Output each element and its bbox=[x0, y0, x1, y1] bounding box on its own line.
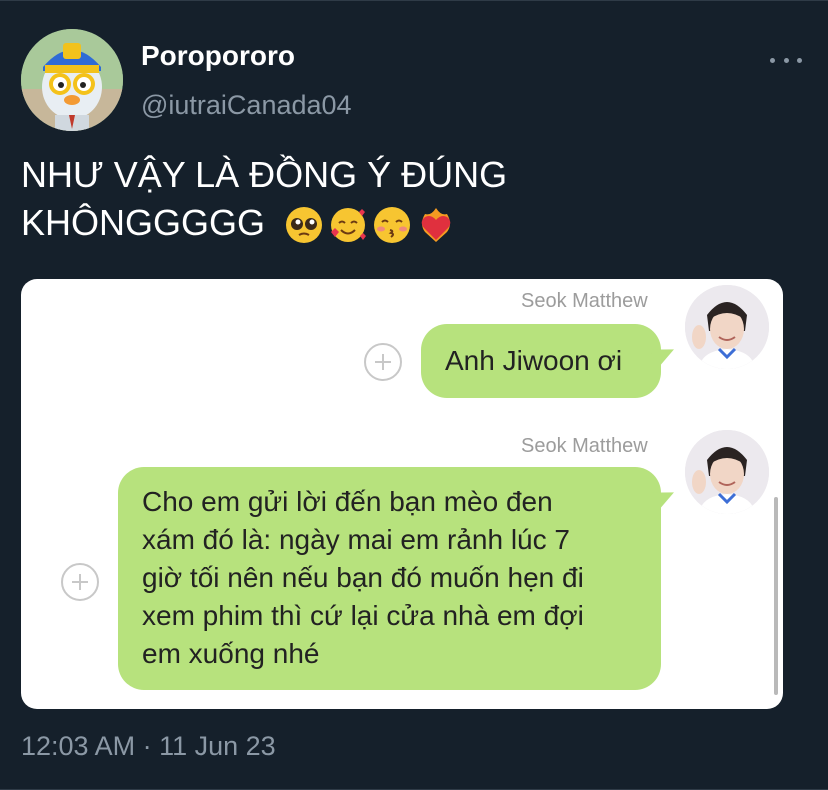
pleading-face-icon bbox=[285, 206, 323, 244]
tweet-timestamp[interactable]: 12:03 AM · 11 Jun 23 bbox=[21, 731, 276, 762]
message-line: em xuống nhé bbox=[142, 638, 320, 669]
sender-name: Seok Matthew bbox=[521, 435, 648, 457]
scrollbar[interactable] bbox=[774, 497, 778, 695]
chat-screenshot-image[interactable]: Seok Matthew Anh Jiwoon ơi Seok Matthew bbox=[21, 279, 783, 709]
tweet-text: NHƯ VẬY LÀ ĐỒNG Ý ĐÚNG KHÔNGGGGG bbox=[21, 151, 811, 247]
contact-avatar bbox=[685, 430, 769, 514]
dot bbox=[797, 57, 802, 63]
more-options-icon[interactable] bbox=[770, 50, 802, 70]
message-text: Anh Jiwoon ơi bbox=[445, 345, 623, 376]
dot bbox=[770, 57, 775, 63]
profile-avatar[interactable] bbox=[21, 29, 123, 131]
add-icon[interactable] bbox=[61, 563, 99, 601]
smiling-face-with-hearts-icon bbox=[329, 206, 367, 244]
message-line: xám đó là: ngày mai em rảnh lúc 7 bbox=[142, 524, 570, 555]
emoji-row bbox=[285, 206, 455, 244]
add-icon[interactable] bbox=[364, 343, 402, 381]
dot bbox=[783, 57, 789, 63]
user-handle[interactable]: @iutraiCanada04 bbox=[141, 90, 352, 121]
heart-on-fire-icon bbox=[417, 206, 455, 244]
message-line: xem phim thì cứ lại cửa nhà em đợi bbox=[142, 600, 584, 631]
message-line: giờ tối nên nếu bạn đó muốn hẹn đi bbox=[142, 562, 584, 593]
message-bubble[interactable]: Anh Jiwoon ơi bbox=[421, 324, 679, 398]
sender-name: Seok Matthew bbox=[521, 290, 648, 312]
message-bubble[interactable]: Cho em gửi lời đến bạn mèo đen xám đó là… bbox=[118, 467, 679, 690]
message-line: Cho em gửi lời đến bạn mèo đen bbox=[142, 486, 553, 517]
kissing-face-closed-eyes-icon bbox=[373, 206, 411, 244]
display-name[interactable]: Poropororo bbox=[141, 40, 295, 72]
contact-avatar bbox=[685, 285, 769, 369]
tweet-text-line-2-wrap: KHÔNGGGGG bbox=[21, 199, 811, 247]
top-divider bbox=[0, 0, 828, 1]
bubble-tail bbox=[649, 340, 679, 368]
tweet-text-line-2: KHÔNGGGGG bbox=[21, 202, 266, 243]
tweet-text-line-1: NHƯ VẬY LÀ ĐỒNG Ý ĐÚNG bbox=[21, 154, 508, 195]
